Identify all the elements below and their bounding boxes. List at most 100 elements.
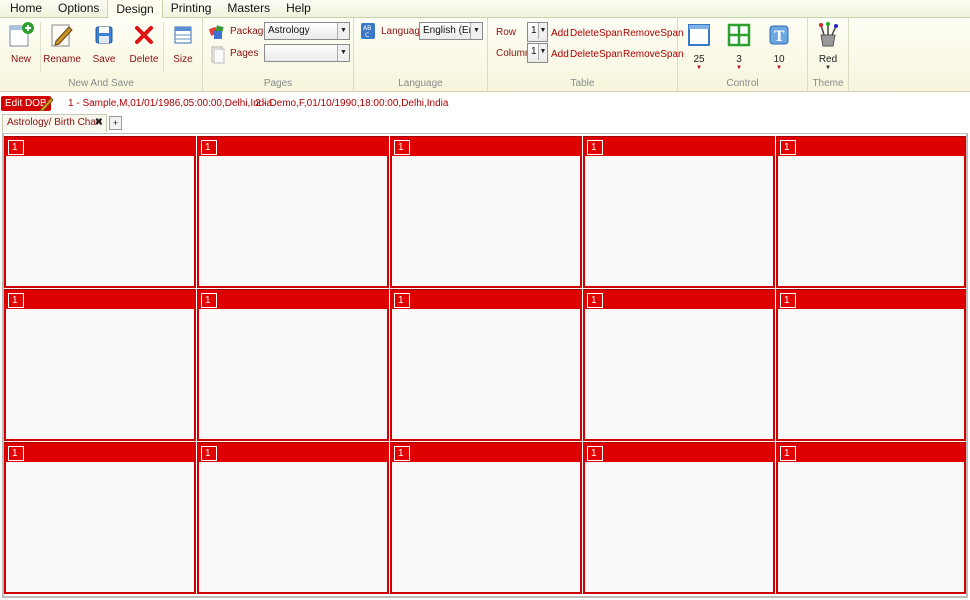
package-select[interactable]: Astrology ▼ [264,22,350,40]
column-remove-span-link[interactable]: RemoveSpan [623,49,684,60]
size-button[interactable]: Size [163,22,203,65]
delete-button[interactable]: Delete [124,22,164,65]
add-tab-button[interactable]: + [109,116,122,130]
package-icon [208,24,227,40]
chart-cell[interactable]: 1 [776,136,966,288]
chart-cell-header: 1 [197,442,389,462]
chart-cell-badge[interactable]: 1 [780,140,796,155]
chart-cell[interactable]: 1 [776,442,966,594]
theme-value: Red [818,54,838,65]
row-select[interactable]: 1 ▼ [527,22,548,42]
chart-cell-badge[interactable]: 1 [394,140,410,155]
chart-cell[interactable]: 1 [4,442,196,594]
chart-cell-header: 1 [776,136,966,156]
menu-tab-printing[interactable]: Printing [163,0,220,17]
chart-cell-badge[interactable]: 1 [587,446,603,461]
chart-cell-badge[interactable]: 1 [394,293,410,308]
pages-icon [211,46,225,64]
group-theme: Red ▼ Theme [808,18,849,92]
chart-cell[interactable]: 1 [197,442,389,594]
package-select-value: Astrology [268,25,310,36]
pages-label: Pages [230,48,259,59]
chart-cell-badge[interactable]: 1 [8,140,24,155]
tab-astrology-birth-chart[interactable]: Astrology/ Birth Chart ✖ [2,114,107,132]
dob-entry-1[interactable]: 1 - Sample,M,01/01/1986,05:00:00,Delhi,I… [68,98,272,109]
svg-text:AB: AB [363,25,371,32]
menu-tab-options[interactable]: Options [50,0,107,17]
chart-cell-header: 1 [583,136,775,156]
new-document-icon [8,22,34,48]
column-select[interactable]: 1 ▼ [527,43,548,63]
document-tabs: Astrology/ Birth Chart ✖ + [0,114,970,132]
column-add-link[interactable]: Add [551,49,569,60]
group-label-language: Language [398,78,443,89]
chart-cell-header: 1 [776,289,966,309]
chart-cell-badge[interactable]: 1 [394,446,410,461]
chart-cell[interactable]: 1 [4,289,196,441]
text-control-button[interactable]: T 10 ▼ [759,22,799,71]
column-delete-link[interactable]: Delete [570,49,599,60]
save-button[interactable]: Save [84,22,124,65]
chart-cell[interactable]: 1 [197,289,389,441]
dob-entry-2[interactable]: 2 - Demo,F,01/10/1990,18:00:00,Delhi,Ind… [255,98,448,109]
chart-cell-badge[interactable]: 1 [8,446,24,461]
chart-cell-badge[interactable]: 1 [201,446,217,461]
chevron-down-icon: ▼ [337,45,349,61]
chevron-down-icon: ▼ [538,44,547,60]
edit-pencil-icon[interactable] [39,96,55,112]
theme-button[interactable]: Red ▼ [808,22,848,71]
column-span-link[interactable]: Span [599,49,622,60]
menu-bar: Home Options Design Printing Masters Hel… [0,0,970,18]
chart-grid: 1 1 1 1 1 1 1 1 1 1 1 1 1 1 1 [2,133,968,598]
group-table: Row 1 ▼ Add Delete Span RemoveSpan Colum… [488,18,684,92]
chart-cell-badge[interactable]: 1 [8,293,24,308]
chevron-down-icon: ▼ [696,65,702,71]
column-label: Column [496,48,531,59]
pages-select[interactable]: ▼ [264,44,350,62]
menu-tab-home[interactable]: Home [2,0,50,17]
row-delete-link[interactable]: Delete [570,28,599,39]
divider [163,22,164,72]
chart-cell[interactable]: 1 [197,136,389,288]
chart-cell-badge[interactable]: 1 [587,140,603,155]
delete-x-icon [131,22,157,48]
size-table-icon [170,22,196,48]
row-remove-span-link[interactable]: RemoveSpan [623,28,684,39]
chart-cell-badge[interactable]: 1 [201,293,217,308]
chart-cell[interactable]: 1 [390,442,582,594]
dob-bar: Edit DOB 1 - Sample,M,01/01/1986,05:00:0… [0,96,970,112]
chevron-down-icon: ▼ [470,23,482,39]
row-label: Row [496,27,517,38]
chart-cell-badge[interactable]: 1 [201,140,217,155]
chevron-down-icon: ▼ [776,65,782,71]
chart-cell-header: 1 [197,136,389,156]
row-span-link[interactable]: Span [599,28,622,39]
rename-button[interactable]: Rename [42,22,82,65]
chart-cell-badge[interactable]: 1 [780,446,796,461]
delete-label: Delete [129,54,159,65]
close-icon[interactable]: ✖ [95,115,103,131]
new-button[interactable]: New [1,22,41,65]
text-control-value: 10 [773,54,785,65]
row-add-link[interactable]: Add [551,28,569,39]
menu-tab-help[interactable]: Help [278,0,319,17]
chart-cell-badge[interactable]: 1 [780,293,796,308]
chart-cell[interactable]: 1 [4,136,196,288]
new-label: New [10,54,31,65]
chart-cell-header: 1 [390,136,582,156]
menu-tab-masters[interactable]: Masters [219,0,278,17]
window-control-button[interactable]: 25 ▼ [679,22,719,71]
grid-control-button[interactable]: 3 ▼ [719,22,759,71]
chart-cell[interactable]: 1 [776,289,966,441]
group-control: 25 ▼ 3 ▼ T 10 ▼ Control [678,18,808,92]
chart-cell-badge[interactable]: 1 [587,293,603,308]
chart-cell[interactable]: 1 [390,289,582,441]
chart-cell[interactable]: 1 [390,136,582,288]
save-label: Save [92,54,116,65]
chart-cell[interactable]: 1 [583,442,775,594]
chart-cell[interactable]: 1 [583,136,775,288]
menu-tab-design[interactable]: Design [107,0,163,18]
chart-cell[interactable]: 1 [583,289,775,441]
column-select-value: 1 [531,46,537,57]
language-select[interactable]: English (Eng ▼ [419,22,483,40]
